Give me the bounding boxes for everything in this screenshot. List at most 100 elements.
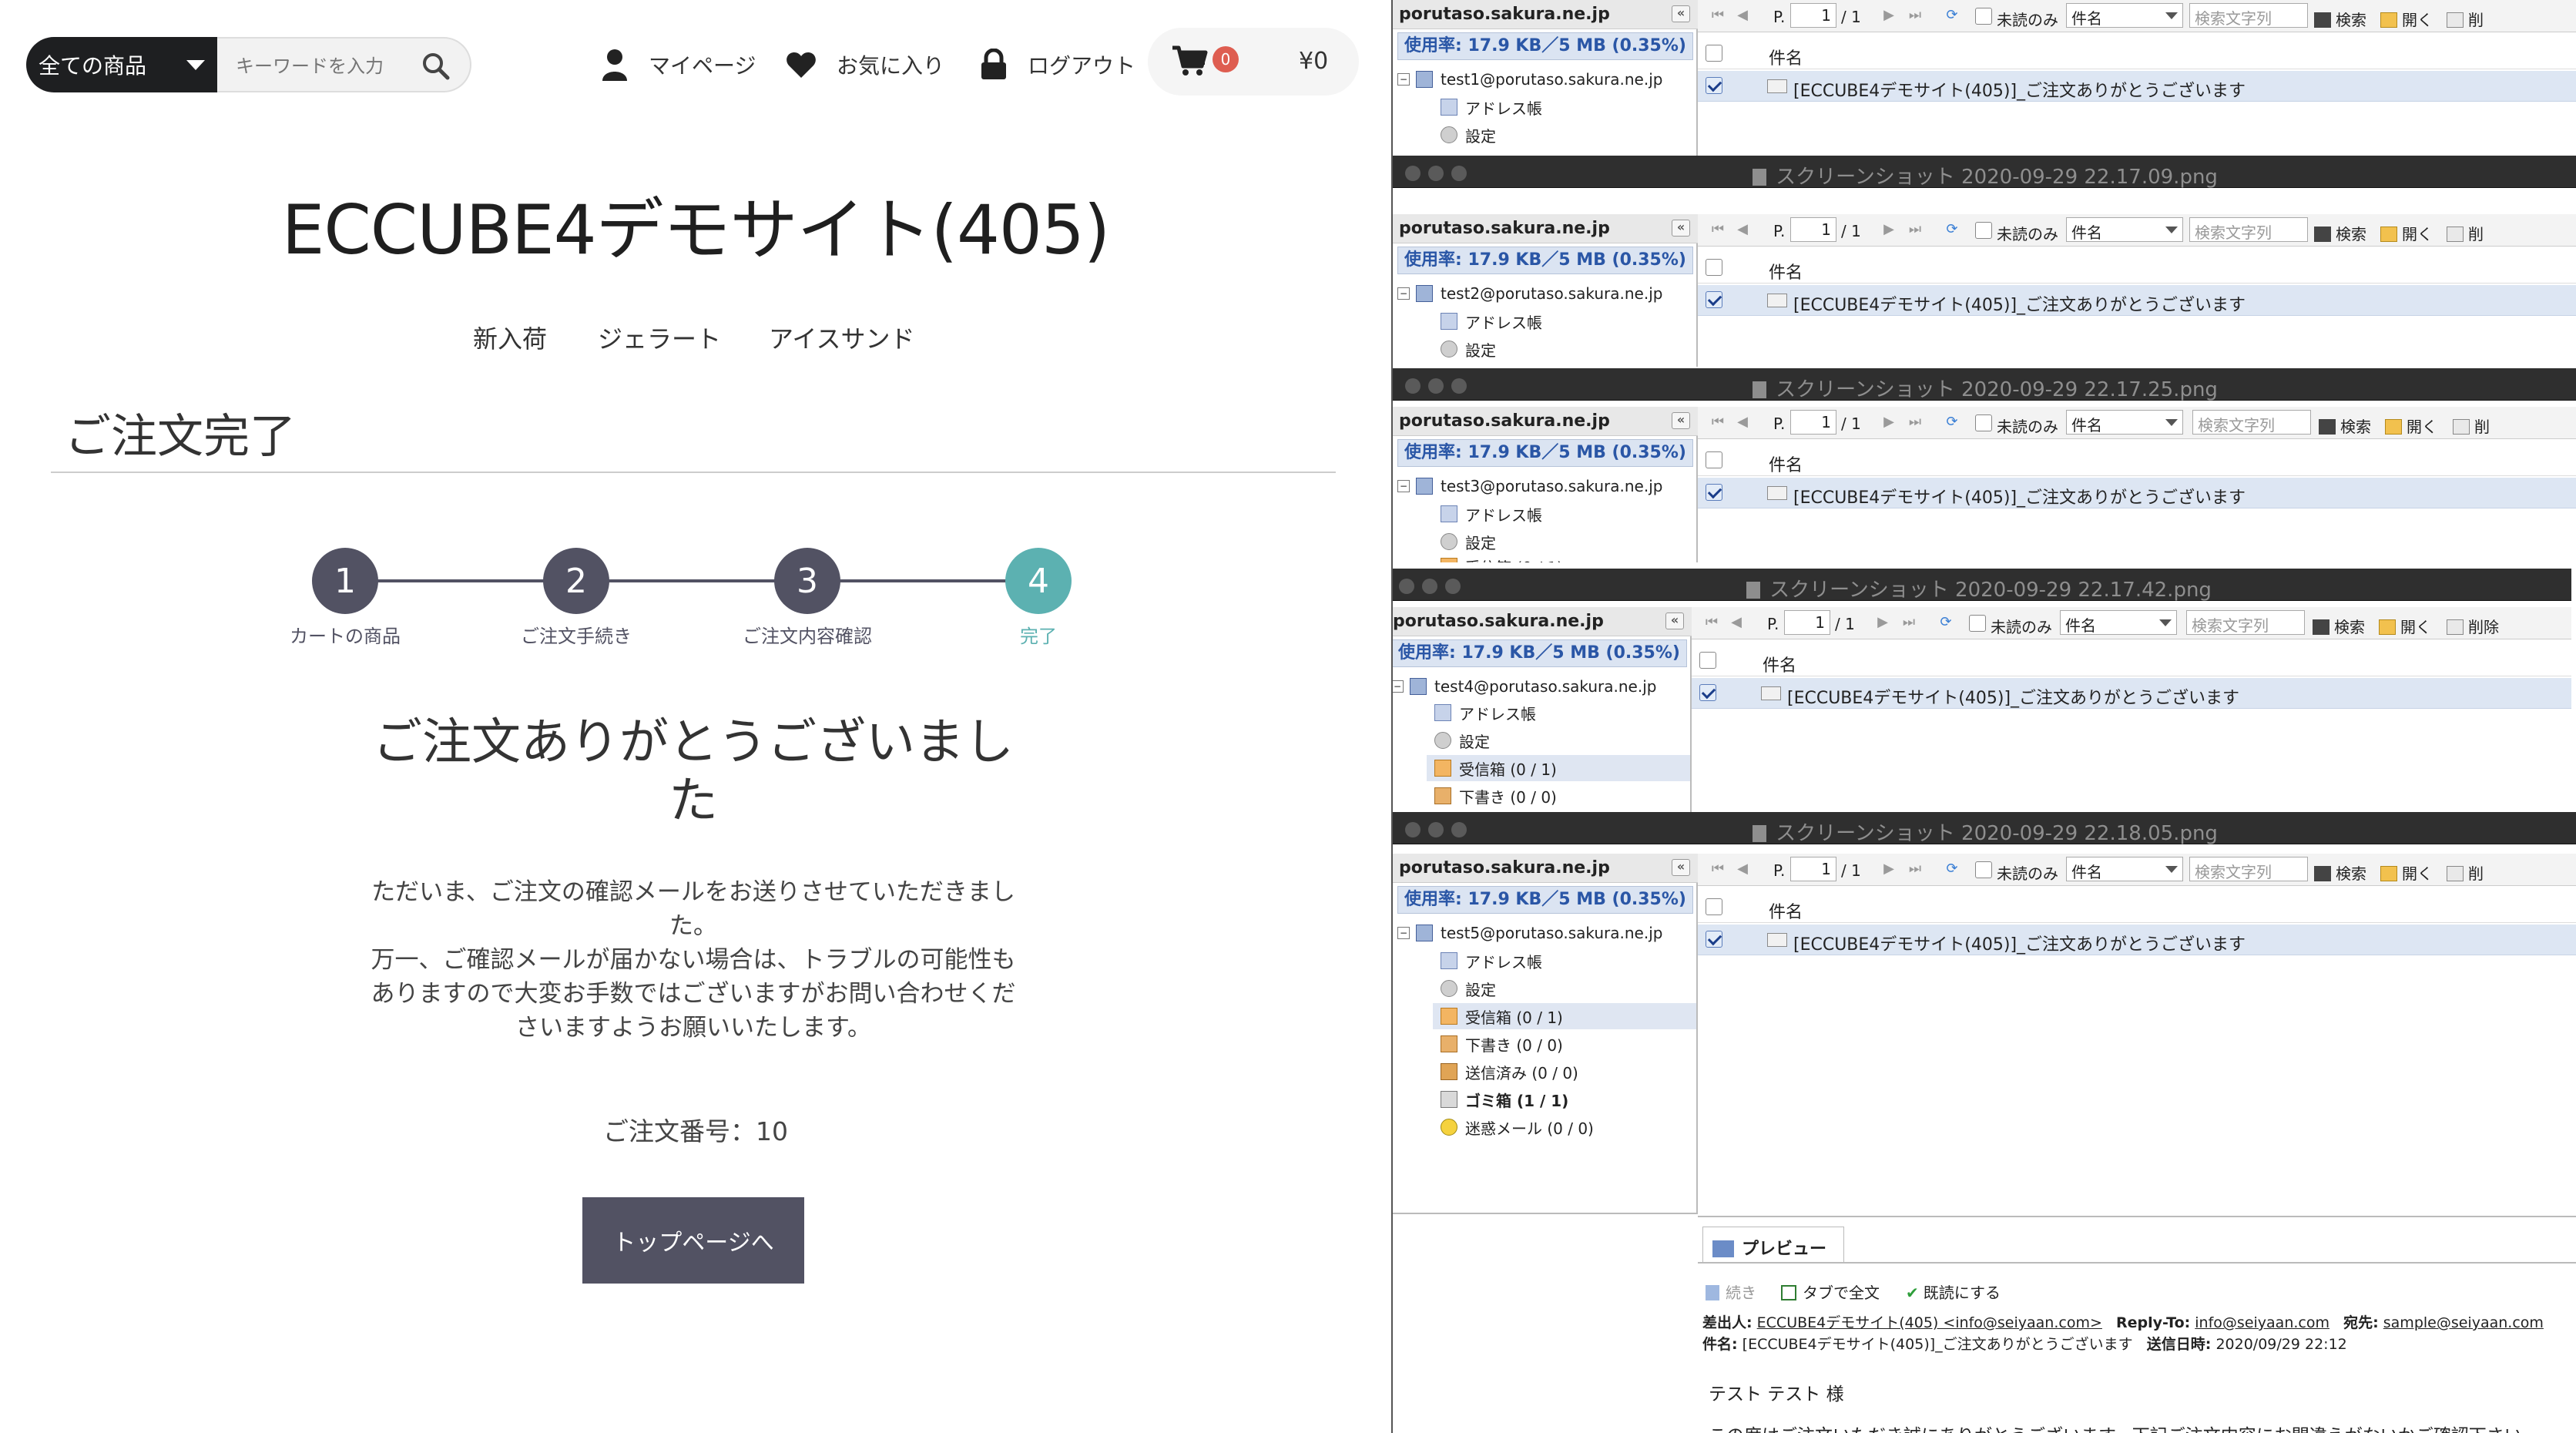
page-input[interactable] [1790, 410, 1836, 435]
select-all-checkbox[interactable] [1706, 45, 1722, 62]
search-button[interactable]: 検索 [2314, 861, 2366, 884]
last-page-icon[interactable]: ⏭ [1906, 5, 1924, 26]
folder-address-book[interactable]: アドレス帳 [1441, 501, 1542, 527]
refresh-icon[interactable]: ⟳ [1943, 411, 1961, 433]
page-input[interactable] [1790, 217, 1836, 242]
first-page-icon[interactable]: ⏮ [1709, 858, 1727, 880]
unread-only-checkbox[interactable] [1969, 615, 1986, 632]
next-page-icon[interactable]: ▶ [1873, 612, 1892, 633]
folder-trash[interactable]: ゴミ箱 (1 / 1) [1441, 1086, 1568, 1113]
first-page-icon[interactable]: ⏮ [1709, 411, 1727, 433]
unread-only-checkbox[interactable] [1975, 222, 1992, 239]
collapse-icon[interactable]: « [1672, 412, 1690, 429]
unread-only-checkbox[interactable] [1975, 8, 1992, 25]
search-button[interactable]: 検索 [2319, 414, 2371, 437]
delete-button[interactable]: 削 [2453, 414, 2490, 437]
select-all-checkbox[interactable] [1706, 259, 1722, 276]
page-input[interactable] [1790, 3, 1836, 28]
open-button[interactable]: 開く [2380, 222, 2433, 244]
message-row[interactable]: [ECCUBE4デモサイト(405)]_ご注文ありがとうございます [1698, 925, 2576, 955]
search-field[interactable]: 検索文字列 [2189, 3, 2308, 28]
refresh-icon[interactable]: ⟳ [1937, 612, 1955, 633]
message-row[interactable]: [ECCUBE4デモサイト(405)]_ご注文ありがとうございます [1698, 71, 2576, 102]
search-input[interactable] [236, 52, 405, 80]
folder-inbox[interactable]: 受信箱 (0 / 1) [1427, 755, 1690, 781]
folder-sent[interactable]: 送信済み (0 / 0) [1441, 1059, 1578, 1085]
logout-link[interactable]: ログアウト [980, 43, 1135, 86]
select-all-checkbox[interactable] [1706, 898, 1722, 915]
category-gelato[interactable]: ジェラート [598, 320, 721, 355]
prev-page-icon[interactable]: ◀ [1733, 5, 1752, 26]
subject-column[interactable]: 件名 [1769, 451, 1803, 476]
message-checkbox[interactable] [1706, 77, 1722, 94]
next-page-icon[interactable]: ▶ [1880, 219, 1898, 240]
last-page-icon[interactable]: ⏭ [1906, 411, 1924, 433]
favorites-link[interactable]: お気に入り [786, 43, 944, 86]
search-button[interactable]: 検索 [2313, 615, 2365, 637]
account-item[interactable]: − test4@porutaso.sakura.ne.jp [1393, 673, 1656, 700]
open-button[interactable]: 開く [2379, 615, 2431, 637]
folder-drafts[interactable]: 下書き (0 / 0) [1434, 783, 1557, 809]
field-select[interactable]: 件名 [2066, 217, 2183, 242]
page-input[interactable] [1784, 610, 1830, 635]
refresh-icon[interactable]: ⟳ [1943, 858, 1961, 880]
category-ice-sandwich[interactable]: アイスサンド [769, 320, 914, 355]
delete-button[interactable]: 削 [2447, 8, 2484, 30]
prev-page-icon[interactable]: ◀ [1733, 219, 1752, 240]
next-page-icon[interactable]: ▶ [1880, 411, 1898, 433]
folder-address-book[interactable]: アドレス帳 [1441, 94, 1542, 120]
search-field[interactable]: 検索文字列 [2192, 410, 2311, 435]
delete-button[interactable]: 削除 [2447, 615, 2499, 637]
mypage-link[interactable]: マイページ [601, 43, 756, 86]
prev-page-icon[interactable]: ◀ [1733, 411, 1752, 433]
subject-column[interactable]: 件名 [1769, 45, 1803, 69]
to-value[interactable]: sample@seiyaan.com [2383, 1314, 2544, 1331]
refresh-icon[interactable]: ⟳ [1943, 5, 1961, 26]
continue-button[interactable]: 続き [1706, 1280, 1756, 1303]
account-item[interactable]: − test3@porutaso.sakura.ne.jp [1397, 473, 1662, 499]
search-field[interactable]: 検索文字列 [2189, 857, 2308, 881]
subject-column[interactable]: 件名 [1769, 259, 1803, 284]
message-checkbox[interactable] [1706, 484, 1722, 501]
field-select[interactable]: 件名 [2066, 857, 2183, 881]
folder-inbox-partial[interactable]: 受信箱 (0 / 1) [1441, 553, 1563, 562]
collapse-icon[interactable]: « [1672, 859, 1690, 876]
unread-only-checkbox[interactable] [1975, 861, 1992, 878]
account-item[interactable]: − test5@porutaso.sakura.ne.jp [1397, 920, 1662, 946]
folder-drafts[interactable]: 下書き (0 / 0) [1441, 1031, 1563, 1057]
collapse-toggle-icon[interactable]: − [1397, 73, 1410, 86]
cart-button[interactable]: 0 ¥0 [1148, 28, 1359, 96]
first-page-icon[interactable]: ⏮ [1709, 5, 1727, 26]
folder-address-book[interactable]: アドレス帳 [1434, 700, 1536, 726]
folder-settings[interactable]: 設定 [1441, 529, 1496, 555]
site-title[interactable]: ECCUBE4デモサイト(405) [0, 176, 1391, 274]
search-button[interactable]: 検索 [2314, 222, 2366, 244]
first-page-icon[interactable]: ⏮ [1702, 612, 1721, 633]
subject-column[interactable]: 件名 [1769, 898, 1803, 923]
top-page-button[interactable]: トップページへ [582, 1197, 804, 1284]
field-select[interactable]: 件名 [2066, 3, 2183, 28]
mark-read-button[interactable]: ✔ 既読にする [1906, 1280, 2001, 1303]
prev-page-icon[interactable]: ◀ [1727, 612, 1746, 633]
message-checkbox[interactable] [1699, 684, 1716, 701]
select-all-checkbox[interactable] [1706, 451, 1722, 468]
unread-only-checkbox[interactable] [1975, 414, 1992, 431]
replyto-value[interactable]: info@seiyaan.com [2195, 1314, 2329, 1331]
folder-settings[interactable]: 設定 [1434, 727, 1490, 753]
first-page-icon[interactable]: ⏮ [1709, 219, 1727, 240]
search-button[interactable]: 検索 [2314, 8, 2366, 30]
delete-button[interactable]: 削 [2447, 861, 2484, 884]
open-button[interactable]: 開く [2385, 414, 2437, 437]
field-select[interactable]: 件名 [2066, 410, 2183, 435]
next-page-icon[interactable]: ▶ [1880, 5, 1898, 26]
subject-column[interactable]: 件名 [1763, 652, 1796, 676]
message-row[interactable]: [ECCUBE4デモサイト(405)]_ご注文ありがとうございます [1698, 478, 2576, 508]
search-field[interactable]: 検索文字列 [2186, 610, 2305, 635]
folder-address-book[interactable]: アドレス帳 [1441, 948, 1542, 974]
full-text-tab-button[interactable]: タブで全文 [1781, 1280, 1880, 1303]
message-checkbox[interactable] [1706, 931, 1722, 948]
collapse-icon[interactable]: « [1672, 220, 1690, 237]
folder-settings[interactable]: 設定 [1441, 336, 1496, 362]
from-value[interactable]: ECCUBE4デモサイト(405) <info@seiyaan.com> [1757, 1314, 2102, 1331]
folder-settings[interactable]: 設定 [1441, 975, 1496, 1002]
